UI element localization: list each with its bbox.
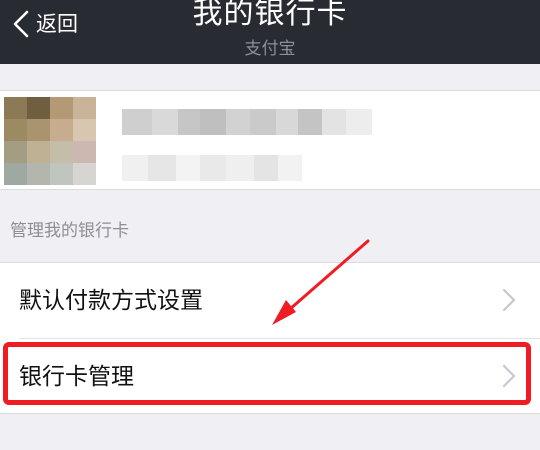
page-title: 我的银行卡	[192, 0, 348, 31]
default-payment-setting-item[interactable]: 默认付款方式设置	[0, 263, 540, 339]
navigation-bar: 返回 我的银行卡 支付宝	[0, 0, 540, 64]
highlight-box	[3, 342, 531, 405]
page: 返回 我的银行卡 支付宝 管理我的银行卡 默认付款方式设置 银行卡管理	[0, 0, 540, 450]
list-item-label: 默认付款方式设置	[19, 288, 203, 314]
section-header: 管理我的银行卡	[10, 221, 129, 241]
pixelated-avatar-icon	[4, 97, 96, 185]
account-card[interactable]	[0, 90, 540, 190]
chevron-right-icon	[502, 288, 516, 312]
page-subtitle: 支付宝	[244, 39, 296, 59]
masked-account-detail	[122, 155, 302, 181]
masked-account-name	[122, 109, 372, 135]
